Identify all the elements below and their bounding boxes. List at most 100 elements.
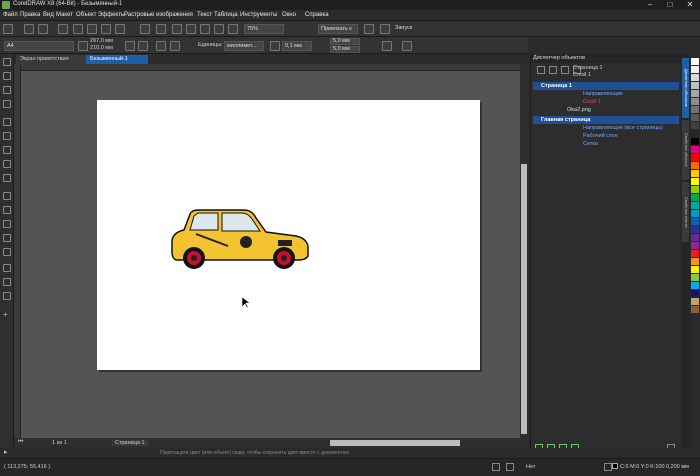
palette-swatch[interactable]	[691, 146, 699, 153]
text-tool-icon[interactable]	[3, 192, 11, 200]
palette-swatch[interactable]	[691, 162, 699, 169]
portrait-icon[interactable]	[125, 41, 135, 51]
outline-pen-icon[interactable]	[604, 463, 612, 471]
all-pages-icon[interactable]	[156, 41, 166, 51]
open-icon[interactable]	[24, 24, 34, 34]
tree-layer-1[interactable]: Слой 1	[533, 98, 679, 106]
menu-table[interactable]: Таблица	[214, 12, 238, 18]
tree-page-1[interactable]: Страница 1	[533, 82, 679, 90]
shape-tool-icon[interactable]	[3, 72, 11, 80]
vertical-ruler[interactable]	[14, 64, 21, 438]
horizontal-ruler[interactable]	[14, 64, 520, 71]
menu-edit[interactable]: Правка	[20, 12, 40, 18]
fill-icon[interactable]	[492, 463, 500, 471]
palette-swatch[interactable]	[691, 66, 699, 73]
pick-tool-icon[interactable]	[3, 58, 11, 66]
palette-swatch[interactable]	[691, 90, 699, 97]
palette-swatch[interactable]	[691, 258, 699, 265]
drop-shadow-tool-icon[interactable]	[3, 234, 11, 242]
maximize-button[interactable]: □	[660, 0, 680, 10]
page-height-field[interactable]: 210,0 мм	[90, 45, 113, 51]
palette-swatch[interactable]	[691, 186, 699, 193]
parallel-dimension-tool-icon[interactable]	[3, 206, 11, 214]
menu-effects[interactable]: Эффекты	[98, 12, 125, 18]
palette-swatch[interactable]	[691, 130, 699, 137]
show-object-properties-icon[interactable]	[561, 66, 569, 74]
save-icon[interactable]	[38, 24, 48, 34]
layer-manager-icon[interactable]	[549, 66, 557, 74]
import-icon[interactable]	[172, 24, 182, 34]
tab-welcome[interactable]: Экран приветствия	[16, 55, 86, 64]
palette-swatch[interactable]	[691, 178, 699, 185]
zoom-tool-icon[interactable]	[3, 100, 11, 108]
palette-swatch[interactable]	[691, 234, 699, 241]
tree-master-page[interactable]: Главная страница	[533, 116, 679, 124]
palette-swatch[interactable]	[691, 226, 699, 233]
palette-swatch[interactable]	[691, 242, 699, 249]
crop-tool-icon[interactable]	[3, 86, 11, 94]
print-icon[interactable]	[58, 24, 68, 34]
menu-help[interactable]: Справка	[305, 12, 329, 18]
rectangle-tool-icon[interactable]	[3, 146, 11, 154]
launch-icon[interactable]	[380, 24, 390, 34]
transparency-tool-icon[interactable]	[3, 248, 11, 256]
paste-icon[interactable]	[101, 24, 111, 34]
duplicate-y-field[interactable]: 5,0 мм	[330, 46, 360, 53]
eyedropper-tool-icon[interactable]	[3, 264, 11, 272]
palette-swatch[interactable]	[691, 274, 699, 281]
connector-tool-icon[interactable]	[3, 220, 11, 228]
palette-swatch[interactable]	[691, 82, 699, 89]
polygon-tool-icon[interactable]	[3, 174, 11, 182]
add-tool-icon[interactable]: +	[3, 310, 8, 319]
interactive-fill-tool-icon[interactable]	[3, 278, 11, 286]
menu-object[interactable]: Объект	[76, 12, 96, 18]
palette-swatch[interactable]	[691, 194, 699, 201]
smart-fill-tool-icon[interactable]	[3, 292, 11, 300]
side-tab-object-manager[interactable]: Диспетчер объектов	[682, 58, 689, 118]
snap-to-dropdown[interactable]: Привязать к	[318, 24, 358, 34]
page-size-select[interactable]: A4	[4, 41, 74, 51]
launch-dropdown[interactable]: Запуск	[393, 24, 433, 34]
palette-swatch[interactable]	[691, 218, 699, 225]
nudge-field[interactable]: 0,1 мм	[282, 41, 312, 51]
current-page-icon[interactable]	[170, 41, 180, 51]
redo-icon[interactable]	[140, 24, 150, 34]
palette-swatch[interactable]	[691, 306, 699, 313]
menu-window[interactable]: Окно	[282, 12, 296, 18]
page-tab[interactable]: Страница 1	[112, 440, 148, 446]
vertical-scrollbar[interactable]	[520, 64, 528, 438]
new-document-icon[interactable]	[3, 24, 13, 34]
palette-swatch[interactable]	[691, 170, 699, 177]
first-page-icon[interactable]: ⏮	[18, 439, 23, 446]
palette-swatch[interactable]	[691, 266, 699, 273]
menu-bitmaps[interactable]: Растровые изображения	[124, 12, 193, 18]
horizontal-scroll-thumb[interactable]	[330, 440, 460, 446]
palette-swatch[interactable]	[691, 122, 699, 129]
search-content-icon[interactable]	[156, 24, 166, 34]
publish-pdf-icon[interactable]	[200, 24, 210, 34]
menu-text[interactable]: Текст	[197, 12, 212, 18]
side-tab-text-properties[interactable]: Свойства текста	[682, 182, 689, 242]
palette-swatch[interactable]	[691, 106, 699, 113]
palette-swatch[interactable]	[691, 114, 699, 121]
tab-document[interactable]: Безымянный-1	[86, 55, 148, 64]
palette-swatch[interactable]	[691, 250, 699, 257]
menu-tools[interactable]: Инструменты	[240, 12, 277, 18]
new-layer-icon[interactable]	[537, 66, 545, 74]
palette-swatch[interactable]	[691, 298, 699, 305]
palette-swatch[interactable]	[691, 74, 699, 81]
zoom-select[interactable]: 75%	[244, 24, 284, 34]
palette-swatch[interactable]	[691, 138, 699, 145]
palette-swatch[interactable]	[691, 154, 699, 161]
units-select[interactable]: миллимет...	[224, 41, 264, 51]
ellipse-tool-icon[interactable]	[3, 160, 11, 168]
artistic-media-tool-icon[interactable]	[3, 132, 11, 140]
car-image[interactable]	[168, 206, 310, 270]
zoom-fit-icon[interactable]	[214, 24, 224, 34]
fullscreen-icon[interactable]	[228, 24, 238, 34]
options-gear-icon[interactable]	[364, 24, 374, 34]
treat-as-filled-icon[interactable]	[382, 41, 392, 51]
menu-view[interactable]: Вид	[43, 12, 54, 18]
palette-swatch[interactable]	[691, 210, 699, 217]
close-button[interactable]: ✕	[680, 0, 700, 10]
